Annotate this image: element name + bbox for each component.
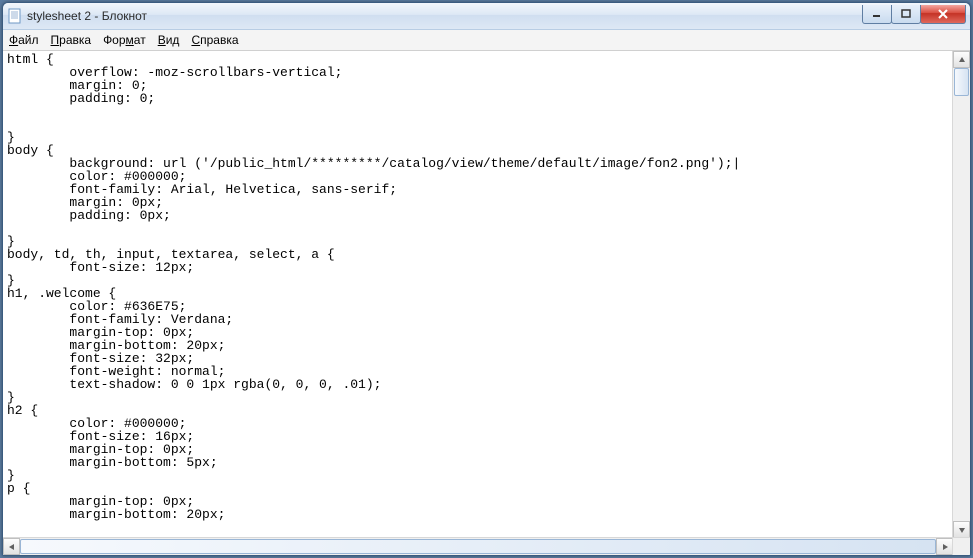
horizontal-scroll-track[interactable] (20, 538, 936, 555)
menu-view[interactable]: Вид (158, 33, 180, 47)
vertical-scroll-thumb[interactable] (954, 68, 969, 96)
scroll-right-button[interactable] (936, 538, 953, 555)
scroll-corner (952, 537, 970, 555)
maximize-button[interactable] (891, 5, 921, 24)
close-button[interactable] (920, 5, 966, 24)
minimize-button[interactable] (862, 5, 892, 24)
notepad-icon (7, 8, 23, 24)
vertical-scrollbar[interactable] (952, 51, 970, 538)
menu-format[interactable]: Формат (103, 33, 146, 47)
menu-file[interactable]: Файл (9, 33, 39, 47)
scroll-up-button[interactable] (953, 51, 970, 68)
vertical-scroll-track[interactable] (953, 68, 970, 521)
client-area: html { overflow: -moz-scrollbars-vertica… (3, 51, 970, 555)
scroll-down-button[interactable] (953, 521, 970, 538)
menu-edit[interactable]: Правка (51, 33, 92, 47)
window-title: stylesheet 2 - Блокнот (27, 9, 147, 23)
menu-help[interactable]: Справка (191, 33, 238, 47)
titlebar[interactable]: stylesheet 2 - Блокнот (3, 3, 970, 30)
text-editor[interactable]: html { overflow: -moz-scrollbars-vertica… (3, 51, 953, 538)
horizontal-scrollbar[interactable] (3, 537, 953, 555)
window-frame: stylesheet 2 - Блокнот Файл Правка Форма… (2, 2, 971, 556)
scroll-left-button[interactable] (3, 538, 20, 555)
menubar: Файл Правка Формат Вид Справка (3, 30, 970, 51)
horizontal-scroll-thumb[interactable] (20, 539, 936, 554)
editor-wrap: html { overflow: -moz-scrollbars-vertica… (3, 51, 970, 555)
window-controls (863, 5, 966, 25)
